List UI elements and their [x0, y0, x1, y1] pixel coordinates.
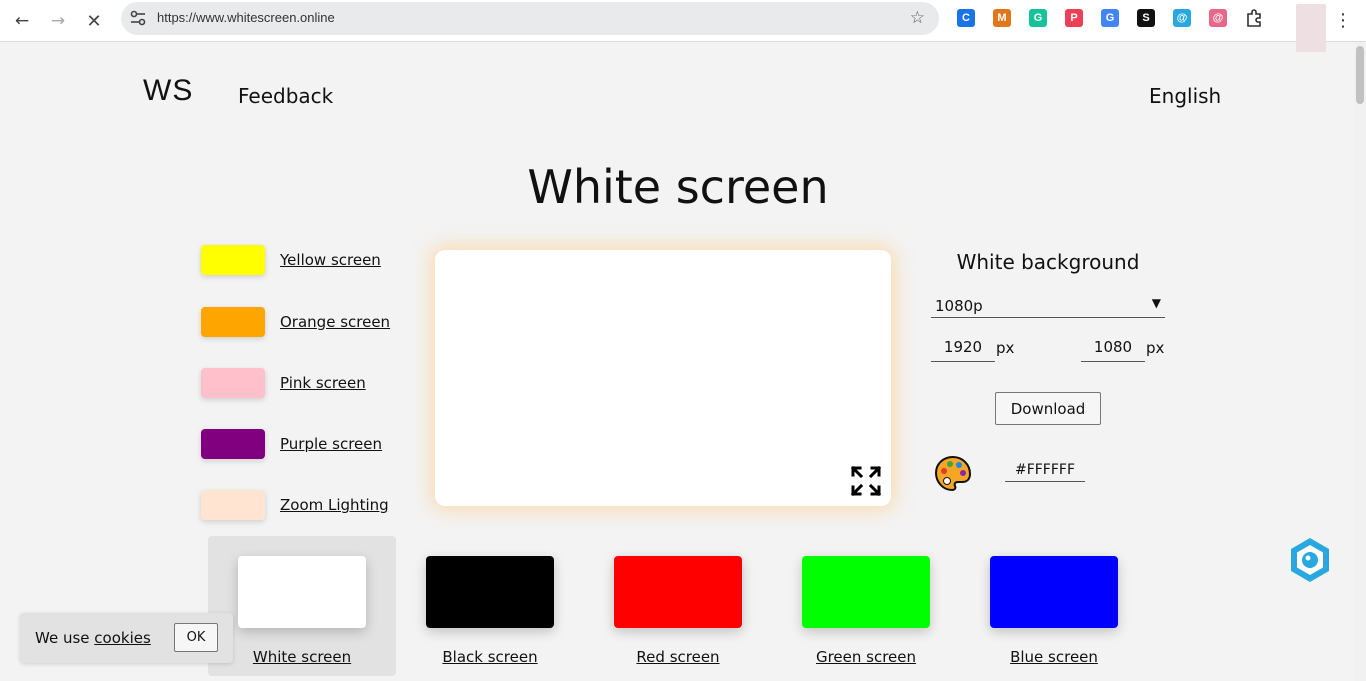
palette-icon[interactable] [933, 454, 973, 494]
width-unit: px [996, 339, 1015, 357]
page-title: White screen [527, 160, 829, 214]
assistant-chat-icon[interactable] [1286, 536, 1334, 584]
hex-color-input[interactable]: #FFFFFF [1005, 462, 1085, 482]
feedback-link[interactable]: Feedback [238, 84, 333, 108]
scrollbar-thumb[interactable] [1356, 46, 1364, 104]
tile-swatch[interactable] [238, 556, 366, 628]
tile-black-screen[interactable]: Black screen [396, 536, 584, 676]
tile-red-screen[interactable]: Red screen [584, 536, 772, 676]
language-selector[interactable]: English [1149, 84, 1221, 108]
site-settings-icon[interactable] [129, 9, 147, 27]
back-arrow-icon[interactable]: ← [9, 8, 35, 34]
tile-green-screen[interactable]: Green screen [772, 536, 960, 676]
cookies-link[interactable]: cookies [94, 629, 151, 647]
color-link[interactable]: Purple screen [280, 435, 382, 453]
color-swatch[interactable] [201, 490, 265, 520]
tile-swatch[interactable] [990, 556, 1118, 628]
translate-icon[interactable]: G [1101, 9, 1119, 27]
resolution-select[interactable]: 1080p ▼ [931, 294, 1165, 318]
address-bar[interactable]: https://www.whitescreen.online ☆ [121, 2, 939, 35]
color-link[interactable]: Pink screen [280, 374, 366, 392]
color-swatch[interactable] [201, 307, 265, 337]
browser-menu-icon[interactable]: ⋮ [1334, 8, 1352, 32]
color-item-zoom-lighting[interactable]: Zoom Lighting [201, 490, 389, 520]
metamask-icon[interactable]: M [993, 9, 1011, 27]
height-unit: px [1146, 339, 1165, 357]
cookie-ok-button[interactable]: OK [174, 623, 218, 652]
stop-loading-icon[interactable]: ✕ [81, 8, 107, 34]
copyright-icon[interactable]: C [957, 9, 975, 27]
color-link[interactable]: Zoom Lighting [280, 496, 389, 514]
color-link[interactable]: Orange screen [280, 313, 390, 331]
color-link[interactable]: Yellow screen [280, 251, 381, 269]
color-item-pink[interactable]: Pink screen [201, 368, 366, 398]
cookie-text: We use cookies [35, 629, 151, 647]
color-swatch[interactable] [201, 368, 265, 398]
fullscreen-icon[interactable] [849, 464, 883, 498]
tile-label[interactable]: Red screen [584, 648, 772, 666]
extensions-puzzle-icon[interactable] [1244, 8, 1264, 28]
tile-swatch[interactable] [614, 556, 742, 628]
resolution-value: 1080p [935, 296, 983, 315]
tile-label[interactable]: White screen [208, 648, 396, 666]
color-swatch[interactable] [201, 245, 265, 275]
sync-icon[interactable]: @ [1173, 9, 1191, 27]
color-swatch[interactable] [201, 429, 265, 459]
color-item-yellow[interactable]: Yellow screen [201, 245, 381, 275]
profile-avatar[interactable] [1296, 4, 1326, 52]
s-extension-icon[interactable]: S [1137, 9, 1155, 27]
site-logo[interactable]: WS [143, 74, 193, 108]
bookmark-star-icon[interactable]: ☆ [910, 8, 925, 28]
download-button[interactable]: Download [995, 392, 1101, 425]
width-input[interactable]: 1920 [931, 338, 995, 362]
page-scrollbar[interactable] [1354, 42, 1366, 681]
background-title: White background [956, 250, 1140, 274]
cookie-prefix: We use [35, 629, 90, 647]
browser-toolbar: ← → ✕ https://www.whitescreen.online ☆ C… [0, 0, 1366, 52]
tile-white-screen[interactable]: White screen [208, 536, 396, 676]
url-text: https://www.whitescreen.online [157, 10, 335, 25]
screen-preview[interactable] [435, 250, 891, 506]
forward-arrow-icon[interactable]: → [45, 8, 71, 34]
tile-label[interactable]: Green screen [772, 648, 960, 666]
tile-swatch[interactable] [426, 556, 554, 628]
tile-label[interactable]: Blue screen [960, 648, 1148, 666]
color-item-orange[interactable]: Orange screen [201, 307, 390, 337]
tile-blue-screen[interactable]: Blue screen [960, 536, 1148, 676]
camera-icon[interactable]: @ [1209, 9, 1227, 27]
pocket-icon[interactable]: P [1065, 9, 1083, 27]
height-input[interactable]: 1080 [1081, 338, 1145, 362]
grammarly-icon[interactable]: G [1029, 9, 1047, 27]
tile-label[interactable]: Black screen [396, 648, 584, 666]
tile-swatch[interactable] [802, 556, 930, 628]
color-item-purple[interactable]: Purple screen [201, 429, 382, 459]
cookie-banner: We use cookies OK [20, 613, 233, 663]
chevron-down-icon: ▼ [1151, 296, 1161, 310]
